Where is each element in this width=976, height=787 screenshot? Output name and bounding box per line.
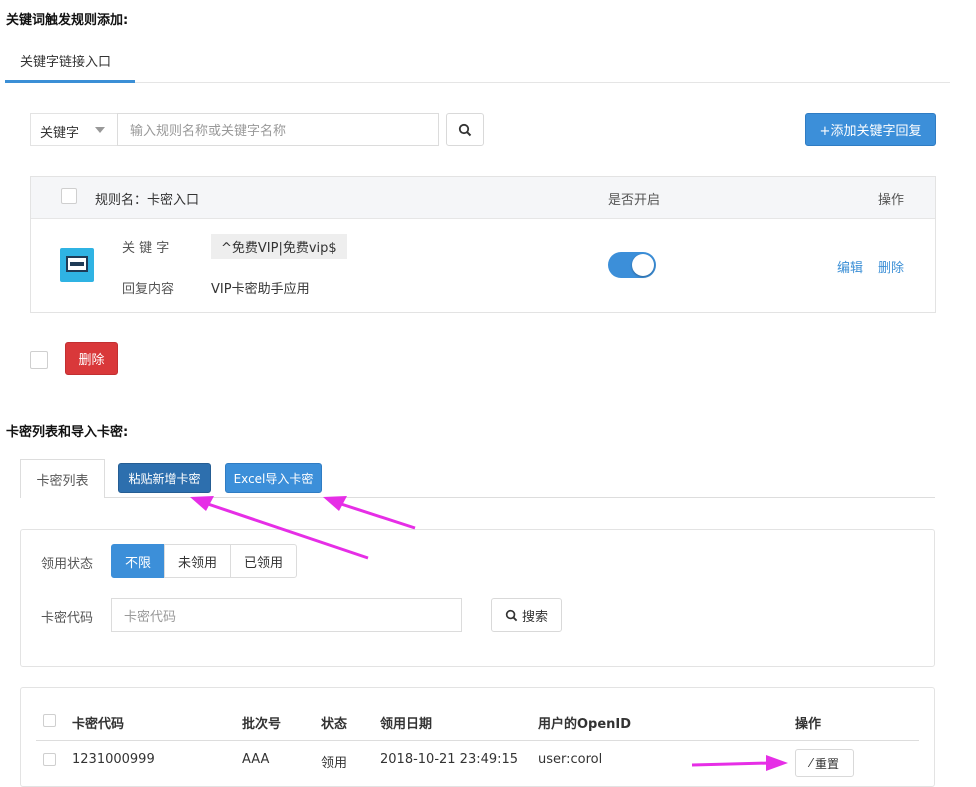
magic-wand-icon: ⁄ <box>809 756 812 770</box>
status-label: 领用状态 <box>41 557 94 572</box>
tab-divider-2 <box>104 497 935 498</box>
row-checkbox[interactable] <box>43 753 56 766</box>
rule-name-header: 规则名：卡密入口 <box>95 193 200 208</box>
row-date: 2018-10-21 23:49:15 <box>380 752 519 767</box>
rule-enabled-toggle[interactable] <box>608 252 656 278</box>
keyword-label: 关 键 字 <box>122 241 170 256</box>
section1-heading: 关键词触发规则添加: <box>6 13 129 28</box>
tab-active-indicator <box>5 80 135 83</box>
status-option-claimed[interactable]: 已领用 <box>230 544 297 578</box>
status-option-all[interactable]: 不限 <box>111 544 165 578</box>
keyword-value-tag: ^免费VIP|免费vip$ <box>211 234 347 259</box>
keyword-type-select[interactable]: 关键字 <box>30 113 118 146</box>
keyword-search-input[interactable]: 输入规则名称或关键字名称 <box>117 113 439 146</box>
col-action: 操作 <box>795 717 822 732</box>
chevron-down-icon <box>95 127 105 133</box>
rule-select-all-checkbox[interactable] <box>61 188 77 204</box>
reply-value: VIP卡密助手应用 <box>211 282 310 297</box>
row-status: 领用 <box>321 756 348 771</box>
keyword-type-label: 关键字 <box>40 126 80 141</box>
code-search-label: 搜索 <box>521 609 548 625</box>
reset-label: 重置 <box>815 756 840 771</box>
search-button[interactable] <box>446 113 484 146</box>
bulk-select-checkbox[interactable] <box>30 351 48 369</box>
row-batch: AAA <box>242 752 270 767</box>
col-code: 卡密代码 <box>72 717 125 732</box>
rule-app-icon <box>60 248 94 282</box>
row-openid: user:corol <box>538 752 603 767</box>
col-date: 领用日期 <box>380 717 433 732</box>
excel-import-button[interactable]: Excel导入卡密 <box>225 463 322 493</box>
section2-heading: 卡密列表和导入卡密: <box>6 425 129 440</box>
enabled-header: 是否开启 <box>608 193 661 208</box>
tab-card-list[interactable]: 卡密列表 <box>20 459 105 498</box>
col-status: 状态 <box>321 717 348 732</box>
tab-divider <box>5 82 950 83</box>
add-keyword-reply-button[interactable]: +添加关键字回复 <box>805 113 936 146</box>
card-select-all-checkbox[interactable] <box>43 714 56 727</box>
col-batch: 批次号 <box>242 717 282 732</box>
col-openid: 用户的OpenID <box>538 717 632 732</box>
code-label: 卡密代码 <box>41 611 94 626</box>
edit-link[interactable]: 编辑 <box>837 257 863 276</box>
table-header-divider <box>36 740 919 741</box>
ops-header: 操作 <box>878 193 905 208</box>
tab-keyword-link[interactable]: 关键字链接入口 <box>20 51 111 70</box>
search-icon <box>458 123 472 136</box>
bulk-delete-button[interactable]: 删除 <box>65 342 118 375</box>
code-search-button[interactable]: 搜索 <box>491 598 562 632</box>
delete-link[interactable]: 删除 <box>878 257 904 276</box>
paste-add-cards-button[interactable]: 粘贴新增卡密 <box>118 463 211 493</box>
reset-button[interactable]: ⁄ 重置 <box>795 749 854 777</box>
reply-label: 回复内容 <box>122 282 175 297</box>
status-option-unclaimed[interactable]: 未领用 <box>164 544 231 578</box>
code-search-input[interactable]: 卡密代码 <box>111 598 462 632</box>
row-code: 1231000999 <box>72 752 155 767</box>
search-icon <box>505 609 518 621</box>
